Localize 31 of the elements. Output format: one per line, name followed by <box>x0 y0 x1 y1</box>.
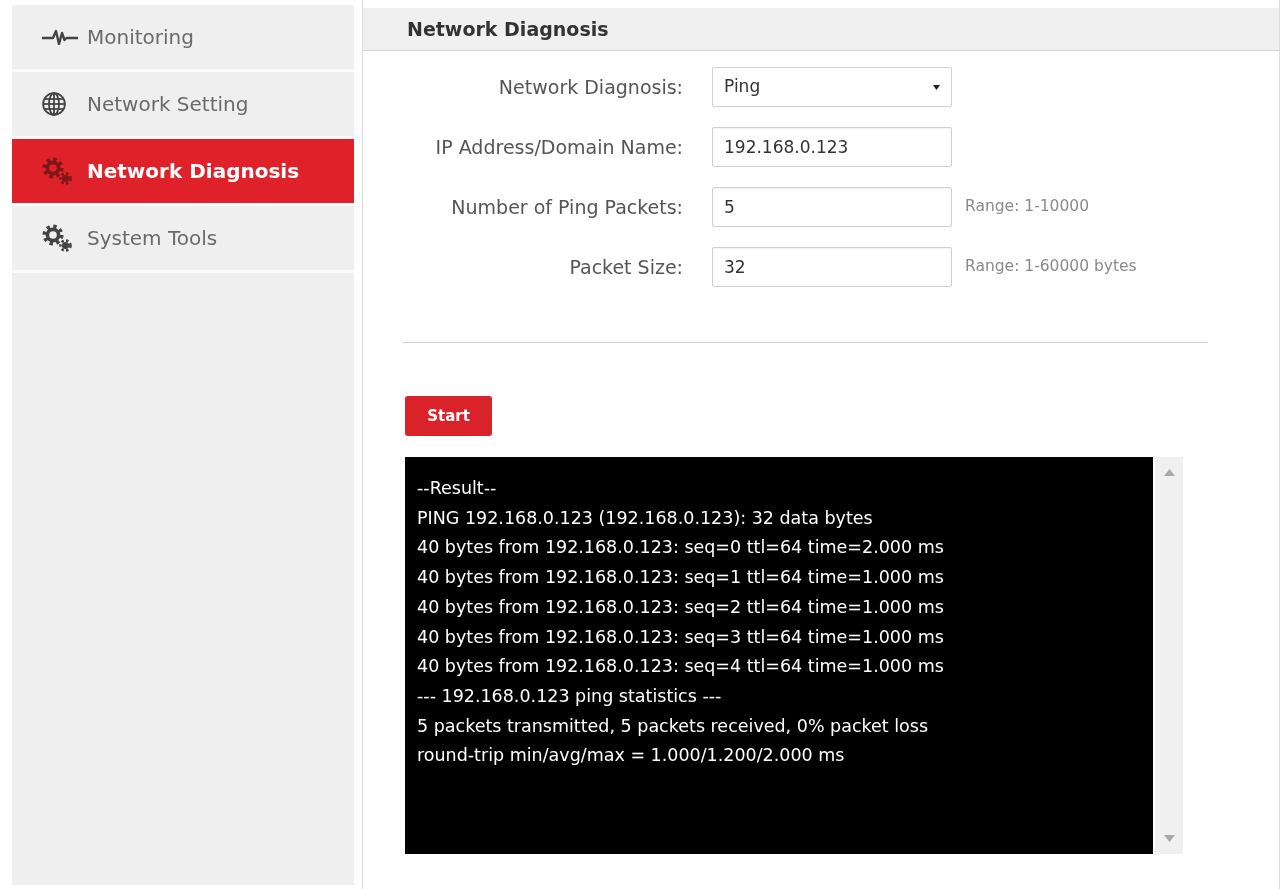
output-line: round-trip min/avg/max = 1.000/1.200/2.000 ms <box>417 744 846 768</box>
field-label: Number of Ping Packets: <box>450 194 683 220</box>
output-line: 40 bytes from 192.168.0.123: seq=1 ttl=64 time=1.000 ms <box>417 566 945 590</box>
output-line: 40 bytes from 192.168.0.123: seq=4 ttl=64 time=1.000 ms <box>417 655 945 679</box>
output-line: --- 192.168.0.123 ping statistics --- <box>417 684 723 708</box>
output-line: --Result-- <box>417 477 498 500</box>
field-label: IP Address/Domain Name: <box>434 134 683 160</box>
output-line: 40 bytes from 192.168.0.123: seq=0 ttl=64 time=2.000 ms <box>417 536 945 560</box>
output-line: 40 bytes from 192.168.0.123: seq=2 ttl=64 time=1.000 ms <box>417 595 945 619</box>
packet-size-field[interactable]: 32 <box>712 247 952 287</box>
caret-icon <box>933 84 940 90</box>
gears-icon <box>42 224 72 252</box>
field-label: Packet Size: <box>568 254 683 280</box>
scrollbar[interactable] <box>1155 457 1183 854</box>
panel-title: Network Diagnosis <box>407 16 609 42</box>
field-label: Network Diagnosis: <box>497 74 683 100</box>
range-hint: Range: 1-10000 <box>965 196 1090 218</box>
output-line: 40 bytes from 192.168.0.123: seq=3 ttl=64 time=1.000 ms <box>417 625 945 649</box>
range-hint: Range: 1-60000 bytes <box>965 256 1137 278</box>
ip-address-field[interactable]: 192.168.0.123 <box>712 127 952 167</box>
start-button[interactable]: Start <box>405 396 492 436</box>
globe-icon <box>42 92 66 116</box>
output-line: PING 192.168.0.123 (192.168.0.123): 32 data bytes <box>417 506 874 530</box>
gears-icon <box>42 157 72 185</box>
output-line: 5 packets transmitted, 5 packets received, 0% packet loss <box>417 714 930 738</box>
pulse-line-icon <box>42 29 78 45</box>
sidebar-item[interactable]: Network Diagnosis <box>12 139 354 206</box>
scroll-up-arrow-icon[interactable] <box>1163 469 1175 476</box>
scroll-down-arrow-icon[interactable] <box>1163 835 1175 842</box>
packet-count-field[interactable]: 5 <box>712 187 952 227</box>
diagnosis-type-select[interactable]: Ping <box>712 67 952 107</box>
